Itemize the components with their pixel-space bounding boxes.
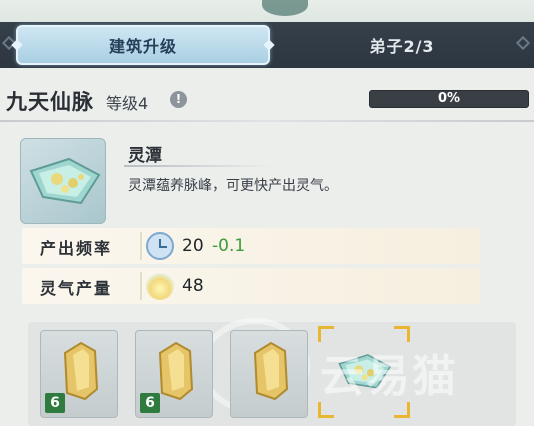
tab-bar: 建筑升级 弟子2/3 [0, 22, 534, 68]
upgrade-progress-bar: 0% [369, 90, 529, 108]
building-name: 灵潭 [128, 146, 162, 166]
tab-building-upgrade[interactable]: 建筑升级 [16, 25, 270, 65]
stat-row-frequency: 产出频率 20 -0.1 [22, 228, 480, 264]
stat-label: 产出频率 [40, 239, 113, 258]
spirit-pool-icon [29, 157, 101, 205]
building-description: 灵潭蕴养脉峰，可更快产出灵气。 [128, 178, 338, 194]
header-divider [0, 120, 534, 122]
spirit-flame-icon [146, 272, 174, 300]
stat-value: 20 [182, 236, 204, 256]
stat-separator [140, 232, 142, 260]
info-icon[interactable]: ! [170, 91, 187, 108]
stat-separator [140, 272, 142, 300]
stat-delta: -0.1 [212, 236, 246, 256]
scenery-leaf [262, 0, 308, 16]
tab-disciples[interactable]: 弟子2/3 [270, 25, 534, 65]
gold-crystal-icon [253, 341, 289, 401]
stat-label: 灵气产量 [40, 279, 113, 298]
material-slot[interactable]: 6 [135, 330, 213, 418]
building-image [20, 138, 106, 224]
building-level: 等级4 [106, 94, 149, 113]
count-badge: 6 [45, 393, 65, 413]
progress-text: 0% [437, 91, 461, 106]
name-underline [124, 165, 274, 167]
stat-row-output: 灵气产量 48 [22, 268, 480, 304]
count-badge: 6 [140, 393, 160, 413]
material-slot[interactable]: 6 [40, 330, 118, 418]
material-slot[interactable] [230, 330, 308, 418]
building-title: 九天仙脉 [6, 90, 94, 114]
clock-icon [146, 232, 174, 260]
building-header: 九天仙脉 等级4 ! 0% [0, 80, 534, 118]
scenic-strip [0, 0, 534, 22]
stat-value: 48 [182, 276, 204, 296]
watermark-text: 云易猫 [320, 351, 458, 402]
